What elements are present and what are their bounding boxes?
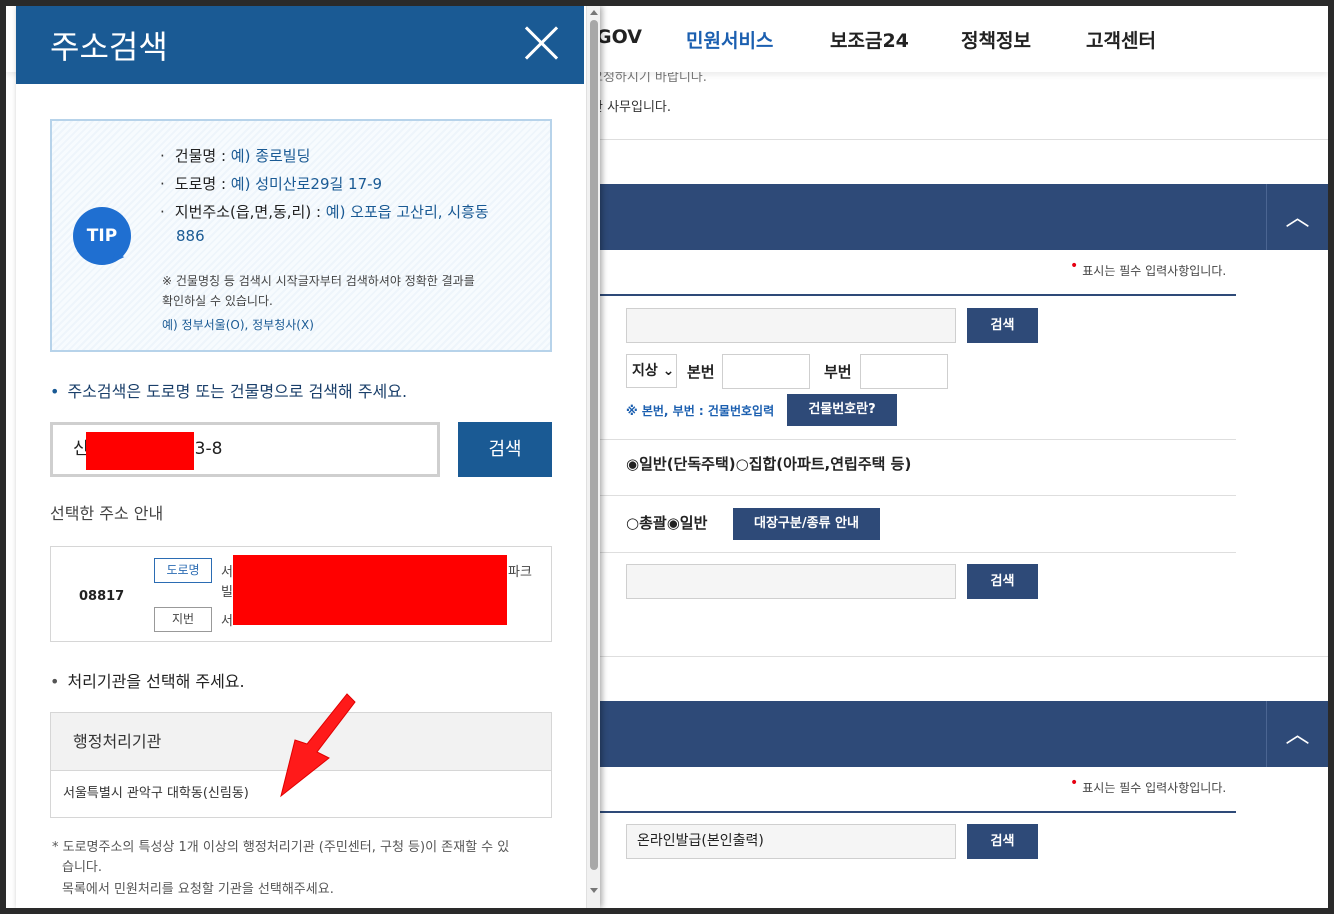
section-header-1[interactable]: ︿	[600, 184, 1328, 250]
popup-header: 주소검색	[16, 6, 584, 84]
building-number-info-button[interactable]: 건물번호란?	[787, 394, 897, 426]
scroll-up-icon[interactable]	[590, 10, 598, 15]
bg-text-line2: 관 사무입니다.	[591, 100, 672, 115]
redaction-box	[233, 555, 507, 625]
jibun-address-tag: 지번	[154, 607, 212, 632]
jibun-address-text: 서	[221, 614, 233, 629]
tip-note-line2: 확인하실 수 있습니다.	[162, 294, 273, 308]
popup-title: 주소검색	[50, 28, 168, 66]
address-input[interactable]	[626, 308, 956, 343]
nav-item-customer-center[interactable]: 고객센터	[1086, 26, 1156, 53]
required-note: • 표시는 필수 입력사항입니다.	[1070, 775, 1227, 795]
org-guide: • 처리기관을 선택해 주세요.	[50, 672, 245, 691]
main-number-input[interactable]	[722, 354, 810, 389]
secondary-input[interactable]	[626, 564, 956, 599]
radio-unchecked-icon[interactable]: ○	[626, 514, 639, 532]
tip-line-jibun: · 지번주소(읍,면,동,리) : 예) 오포읍 고산리, 시흥동	[160, 203, 489, 221]
footnote-line2: 습니다.	[62, 860, 103, 875]
chevron-up-icon[interactable]: ︿	[1266, 701, 1328, 767]
divider	[600, 495, 1236, 496]
divider	[600, 656, 1328, 657]
divider	[600, 552, 1236, 553]
issue-method-field[interactable]: 온라인발급(본인출력)	[626, 824, 956, 859]
radio-unchecked-icon[interactable]: ○	[736, 455, 749, 473]
address-search-button[interactable]: 검색	[967, 308, 1038, 343]
ledger-guide-button[interactable]: 대장구분/종류 안내	[733, 508, 880, 540]
sub-number-label: 부번	[824, 363, 852, 381]
tip-box: TIP · 건물명 : 예) 종로빌딩 · 도로명 : 예) 성미산로29길 17-…	[50, 119, 552, 352]
nav-item-policy[interactable]: 정책정보	[961, 26, 1031, 53]
chevron-up-icon[interactable]: ︿	[1266, 184, 1328, 250]
ledger-type-radios: ○총괄◉일반	[626, 514, 708, 532]
scroll-thumb[interactable]	[590, 20, 598, 870]
tip-line-jibun-cont: 886	[176, 227, 205, 245]
road-address-text: 서	[221, 565, 233, 580]
ground-select[interactable]: 지상 ⌄	[626, 354, 677, 388]
scrollbar[interactable]	[586, 6, 600, 908]
divider	[600, 439, 1236, 440]
footnote-line3: 목록에서 민원처리를 요청할 기관을 선택해주세요.	[62, 882, 334, 897]
tip-badge: TIP	[73, 207, 131, 265]
tip-example: 예) 정부서울(O), 정부청사(X)	[162, 318, 314, 332]
nav-item-gov[interactable]: GOV	[596, 26, 642, 48]
radio-checked-icon[interactable]: ◉	[667, 514, 680, 532]
close-icon[interactable]	[522, 24, 560, 62]
building-number-note: ※ 본번, 부번 : 건물번호입력	[626, 404, 775, 418]
divider	[600, 811, 1236, 813]
road-address-text-end: 파크	[508, 565, 532, 580]
tip-note-line1: ※ 건물명칭 등 검색시 시작글자부터 검색하셔야 정확한 결과를	[162, 274, 475, 288]
radio-checked-icon[interactable]: ◉	[626, 455, 639, 473]
required-note: • 표시는 필수 입력사항입니다.	[1070, 258, 1227, 278]
search-guide: • 주소검색은 도로명 또는 건물명으로 검색해 주세요.	[50, 382, 408, 401]
nav-item-subsidy[interactable]: 보조금24	[830, 26, 909, 53]
zipcode: 08817	[79, 589, 125, 604]
road-address-text-line2: 빌	[221, 585, 233, 600]
section-header-2[interactable]: ︿	[600, 701, 1328, 767]
nav-item-civil-service[interactable]: 민원서비스	[686, 26, 773, 53]
secondary-search-button[interactable]: 검색	[967, 564, 1038, 599]
redaction-box	[86, 432, 194, 470]
selected-address-box: 08817 도로명 서 파크 빌 지번 서	[50, 546, 552, 642]
divider	[600, 294, 1236, 296]
tip-line-building: · 건물명 : 예) 종로빌딩	[160, 147, 311, 165]
sub-number-input[interactable]	[860, 354, 948, 389]
selected-address-label: 선택한 주소 안내	[50, 504, 164, 523]
divider	[600, 139, 1328, 140]
annotation-arrow-icon	[280, 693, 356, 798]
issue-search-button[interactable]: 검색	[967, 824, 1038, 859]
road-address-tag: 도로명	[154, 558, 212, 583]
address-search-popup: 주소검색 TIP · 건물명 : 예) 종로빌딩 · 도로명 : 예) 성미산로29…	[16, 6, 600, 908]
building-type-radios: ◉일반(단독주택)○집합(아파트,연립주택 등)	[626, 455, 912, 473]
screenshot-frame: GOV 민원서비스 보조금24 정책정보 고객센터 요청하시기 바랍니다. 관 …	[6, 6, 1328, 908]
footnote-line1: * 도로명주소의 특성상 1개 이상의 행정처리기관 (주민센터, 구청 등)이…	[52, 840, 510, 855]
main-number-label: 본번	[687, 363, 715, 381]
scroll-down-icon[interactable]	[590, 888, 598, 893]
tip-line-road: · 도로명 : 예) 성미산로29길 17-9	[160, 175, 383, 193]
search-button[interactable]: 검색	[458, 422, 552, 477]
